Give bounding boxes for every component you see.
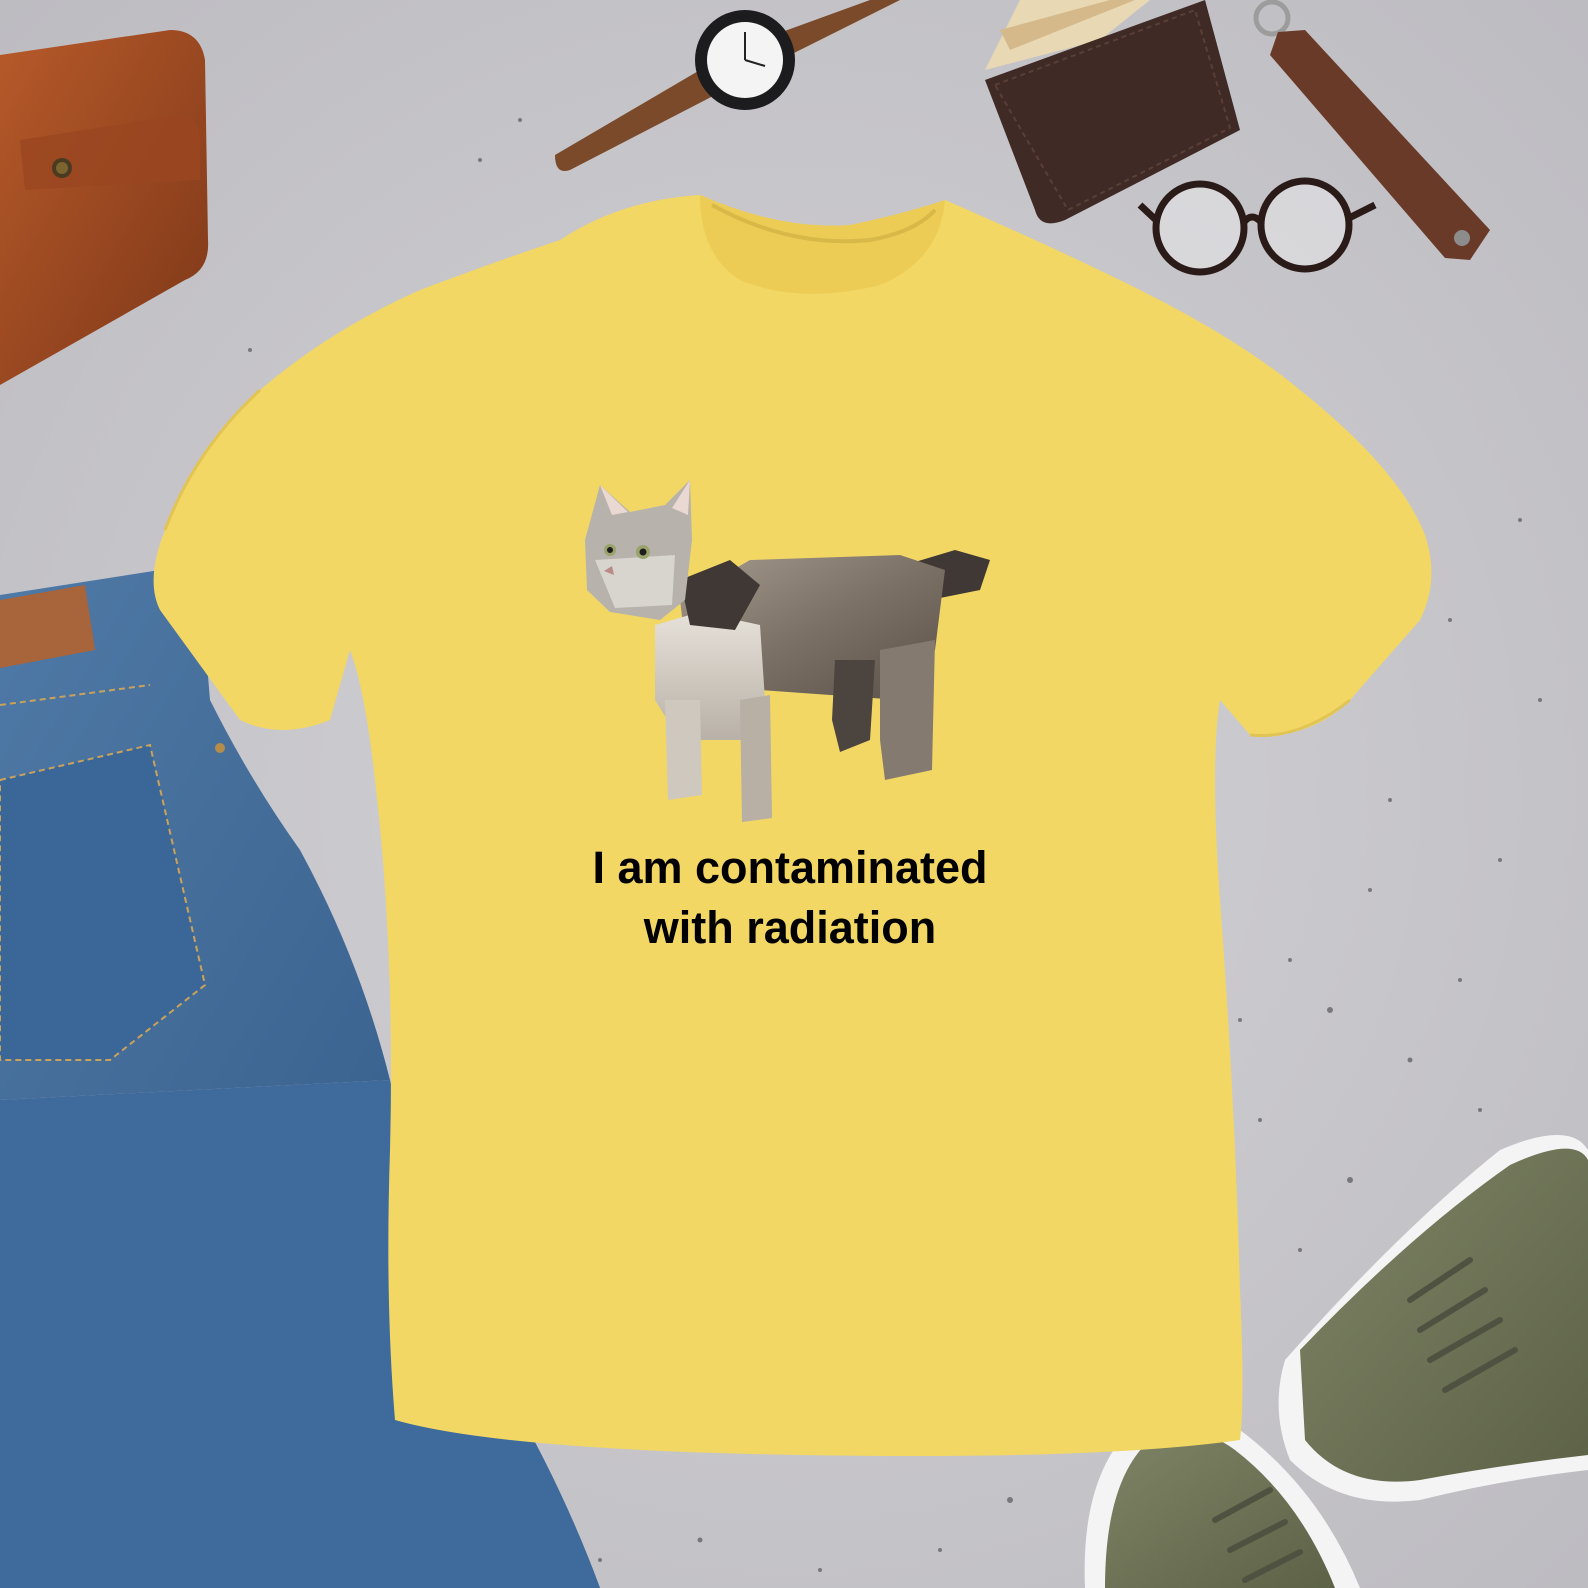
caption-line-2: with radiation bbox=[643, 902, 937, 953]
cat-front-leg-left bbox=[665, 700, 702, 800]
product-photo: I am contaminated with radiation bbox=[0, 0, 1588, 1588]
shirt-caption: I am contaminated with radiation bbox=[430, 838, 1150, 958]
cat-back-leg-near bbox=[880, 640, 935, 780]
cat-front-leg-right bbox=[740, 695, 772, 822]
cat-back-leg-far bbox=[832, 660, 875, 752]
caption-line-1: I am contaminated bbox=[592, 842, 988, 893]
